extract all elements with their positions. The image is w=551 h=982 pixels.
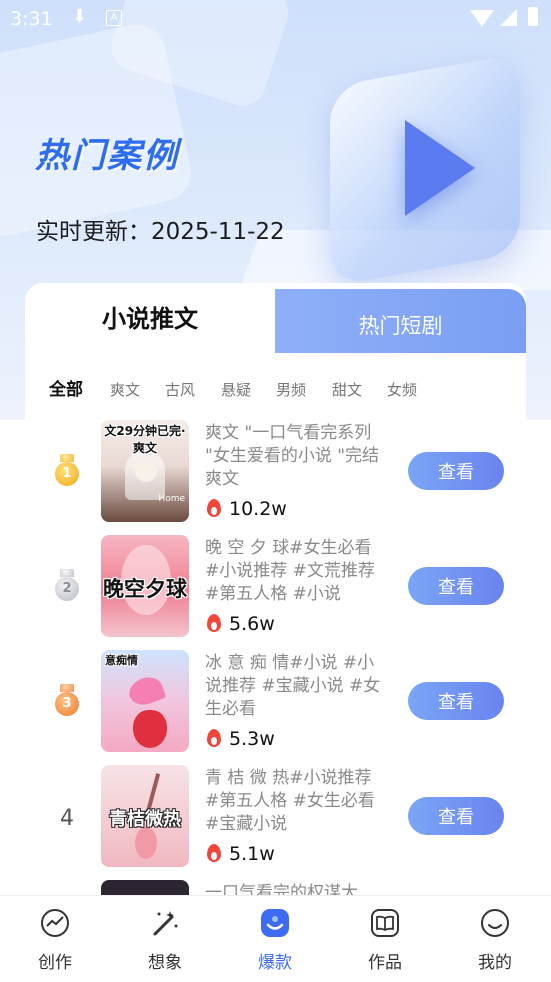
nav-create[interactable]: 创作: [0, 896, 110, 982]
cover-image[interactable]: 意痴情: [101, 650, 189, 752]
notification-icon: A: [106, 10, 122, 26]
rank-medal: 2: [53, 569, 81, 605]
update-date: 实时更新：2025-11-22: [36, 219, 285, 245]
play-icon: [405, 120, 475, 216]
view-button[interactable]: 查看: [408, 567, 504, 605]
item-description: 一口气看完的权谋大: [205, 883, 358, 895]
book-icon: [371, 909, 399, 937]
rank-number: 4: [53, 803, 81, 835]
heat-count: 5.6w: [207, 613, 275, 635]
filter-nanpin[interactable]: 男频: [276, 379, 306, 400]
gold-medal-icon: 1: [55, 454, 79, 486]
filter-all[interactable]: 全部: [49, 375, 83, 400]
item-description: 冰 意 痴 情#小说 #小说推荐 #宝藏小说 #女生必看: [205, 653, 381, 719]
bottom-nav: 创作 想象 爆款 作品 我的: [0, 895, 551, 982]
list-item[interactable]: 2 晚空夕球 晚 空 夕 球#女生必看 #小说推荐 #文荒推荐 #第五人格 #小…: [25, 535, 526, 645]
bronze-medal-icon: 3: [55, 684, 79, 716]
nav-me[interactable]: 我的: [440, 896, 550, 982]
heat-count: 10.2w: [207, 498, 287, 520]
list-item[interactable]: 一口气看完的权谋大: [25, 880, 526, 895]
cover-subcaption: Home: [158, 494, 185, 504]
heat-value: 5.1w: [229, 843, 275, 865]
nav-label: 想象: [148, 953, 182, 973]
heat-count: 5.1w: [207, 843, 275, 865]
heat-value: 5.6w: [229, 613, 275, 635]
tab-novel[interactable]: 小说推文: [25, 283, 275, 353]
rank-value: 4: [60, 806, 74, 831]
status-bar: 3:31 ⬇ A: [0, 0, 551, 38]
fire-icon: [207, 499, 221, 517]
battery-icon: [528, 7, 538, 26]
list-item[interactable]: 4 青桔微热 青 桔 微 热#小说推荐 #第五人格 #女生必看 #宝藏小说 5.…: [25, 765, 526, 875]
item-description: 晚 空 夕 球#女生必看 #小说推荐 #文荒推荐 #第五人格 #小说: [205, 538, 375, 604]
heat-count: 5.3w: [207, 728, 275, 750]
rank-medal: 3: [53, 684, 81, 720]
status-time: 3:31: [10, 8, 53, 30]
nav-imagine[interactable]: 想象: [110, 896, 220, 982]
cover-image[interactable]: 晚空夕球: [101, 535, 189, 637]
nav-hot[interactable]: 爆款: [220, 896, 330, 982]
view-button[interactable]: 查看: [408, 797, 504, 835]
tab-hot-drama[interactable]: 热门短剧: [275, 289, 526, 353]
heat-value: 5.3w: [229, 728, 275, 750]
filter-tianwen[interactable]: 甜文: [332, 379, 362, 400]
filter-gufeng[interactable]: 古风: [165, 379, 195, 400]
list-item[interactable]: 3 意痴情 冰 意 痴 情#小说 #小说推荐 #宝藏小说 #女生必看 5.3w …: [25, 650, 526, 760]
view-button[interactable]: 查看: [408, 682, 504, 720]
item-description: 爽文 "一口气看完系列 "女生爱看的小说 "完结爽文: [205, 423, 380, 489]
filter-nvpin[interactable]: 女频: [387, 379, 417, 400]
list-item[interactable]: 1 文29分钟已完·爽文 Home 爽文 "一口气看完系列 "女生爱看的小说 "…: [25, 420, 526, 530]
cover-caption: 青桔微热: [109, 809, 181, 830]
fire-icon: [207, 729, 221, 747]
silver-medal-icon: 2: [55, 569, 79, 601]
hot-icon: [261, 909, 289, 937]
cover-caption: 晚空夕球: [103, 577, 187, 601]
fire-icon: [207, 844, 221, 862]
page-title: 热门案例: [35, 136, 179, 176]
nav-works[interactable]: 作品: [330, 896, 440, 982]
cover-caption: 意痴情: [105, 654, 138, 667]
nav-label: 创作: [38, 953, 72, 973]
rank-medal: 1: [53, 454, 81, 490]
cover-caption: 文29分钟已完·爽文: [104, 424, 186, 455]
view-button[interactable]: 查看: [408, 452, 504, 490]
download-icon: ⬇: [72, 6, 88, 27]
nav-label: 我的: [478, 953, 512, 973]
nav-label: 爆款: [258, 953, 292, 973]
nav-label: 作品: [368, 953, 402, 973]
smile-icon: [481, 909, 509, 937]
heat-value: 10.2w: [229, 498, 287, 520]
signal-icon: [500, 9, 517, 26]
cover-image[interactable]: 文29分钟已完·爽文 Home: [101, 420, 189, 522]
cover-image[interactable]: 青桔微热: [101, 765, 189, 867]
filter-shuangwen[interactable]: 爽文: [110, 379, 140, 400]
magic-wand-icon: [153, 911, 178, 936]
wifi-icon: [470, 10, 494, 27]
fire-icon: [207, 614, 221, 632]
cover-image[interactable]: [101, 880, 189, 895]
item-description: 青 桔 微 热#小说推荐 #第五人格 #女生必看 #宝藏小说: [205, 768, 375, 834]
chart-icon: [41, 909, 69, 937]
filter-xuanyi[interactable]: 悬疑: [221, 379, 251, 400]
